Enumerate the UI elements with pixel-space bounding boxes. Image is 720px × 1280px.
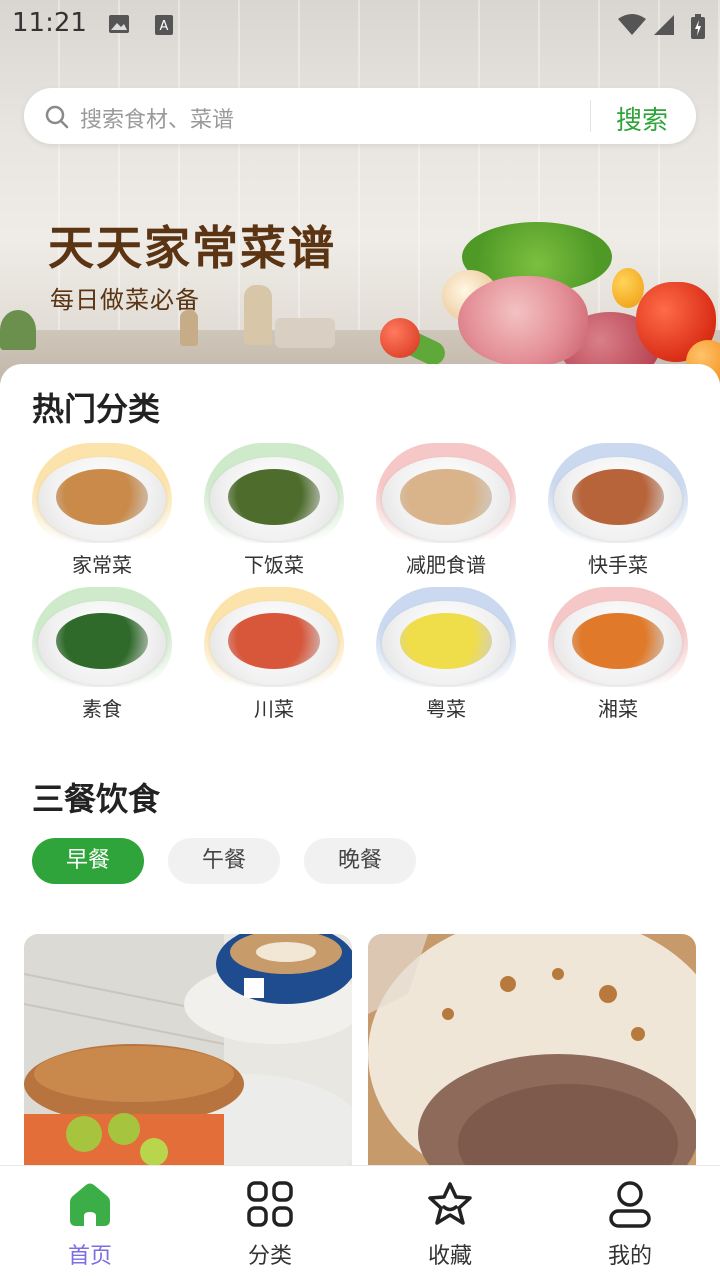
category-item[interactable]: 快手菜 [548,443,688,583]
svg-text:A: A [160,19,169,34]
image-icon [108,14,130,38]
category-label: 素食 [82,697,122,721]
dish-illustration [572,613,664,669]
tab-breakfast[interactable]: 早餐 [32,838,144,884]
star-icon [426,1180,474,1228]
category-label: 川菜 [254,697,294,721]
search-divider [590,100,591,132]
dish-illustration [400,469,492,525]
dish-illustration [56,613,148,669]
bottle-illustration [244,285,272,345]
jar-illustration [275,318,335,348]
category-label: 粤菜 [426,697,466,721]
category-image [548,587,688,687]
category-image [376,443,516,543]
meat-pie-image [368,934,696,1166]
meals-title: 三餐饮食 [32,780,161,818]
text-notification-icon: A [154,14,174,40]
nav-category-label: 分类 [247,1244,292,1269]
meat-illustration [458,276,588,366]
nav-favorites[interactable]: 收藏 [360,1166,540,1280]
category-label: 快手菜 [588,553,648,577]
dish-illustration [228,469,320,525]
tab-lunch[interactable]: 午餐 [168,838,280,884]
breakfast-sandwich-image [24,934,352,1166]
category-image [204,587,344,687]
banner-subtitle: 每日做菜必备 [50,286,200,314]
dish-illustration [228,613,320,669]
dish-illustration [572,469,664,525]
category-label: 减肥食谱 [406,553,486,577]
category-item[interactable]: 素食 [32,587,172,727]
nav-home[interactable]: 首页 [0,1166,180,1280]
grid-icon [246,1180,294,1228]
home-icon [66,1180,114,1228]
category-image [32,587,172,687]
search-bar: 搜索食材、菜谱 搜索 [24,88,696,144]
hot-categories-title: 热门分类 [32,390,161,428]
wifi-icon [618,14,646,40]
nav-profile[interactable]: 我的 [540,1166,720,1280]
nav-profile-label: 我的 [607,1244,652,1269]
nav-favorites-label: 收藏 [427,1244,472,1269]
tomato-illustration [380,318,420,358]
bottle-illustration [180,310,198,346]
recipe-card-photo[interactable] [24,934,352,1166]
tab-dinner[interactable]: 晚餐 [304,838,416,884]
category-label: 家常菜 [72,553,132,577]
category-item[interactable]: 减肥食谱 [376,443,516,583]
search-button[interactable]: 搜索 [616,100,668,137]
category-item[interactable]: 湘菜 [548,587,688,727]
category-image [548,443,688,543]
banner-title: 天天家常菜谱 [48,221,336,275]
recipe-card-photo[interactable] [368,934,696,1166]
dish-illustration [400,613,492,669]
signal-icon [652,14,676,40]
category-item[interactable]: 下饭菜 [204,443,344,583]
category-item[interactable]: 家常菜 [32,443,172,583]
category-label: 下饭菜 [244,553,304,577]
bottom-navigation: 首页 分类 收藏 我的 [0,1165,720,1280]
user-icon [606,1180,654,1228]
category-item[interactable]: 粤菜 [376,587,516,727]
search-input[interactable]: 搜索食材、菜谱 [80,102,234,134]
category-image [32,443,172,543]
nav-home-label: 首页 [67,1244,112,1269]
nav-category[interactable]: 分类 [180,1166,360,1280]
category-image [376,587,516,687]
category-image [204,443,344,543]
hero-banner[interactable]: 天天家常菜谱 每日做菜必备 [0,0,720,400]
dish-illustration [56,469,148,525]
status-time: 11:21 [12,8,87,38]
category-item[interactable]: 川菜 [204,587,344,727]
battery-icon [690,14,706,44]
search-icon [44,104,70,134]
category-label: 湘菜 [598,697,638,721]
plant-illustration [0,310,36,350]
status-bar: 11:21 A [0,0,720,50]
